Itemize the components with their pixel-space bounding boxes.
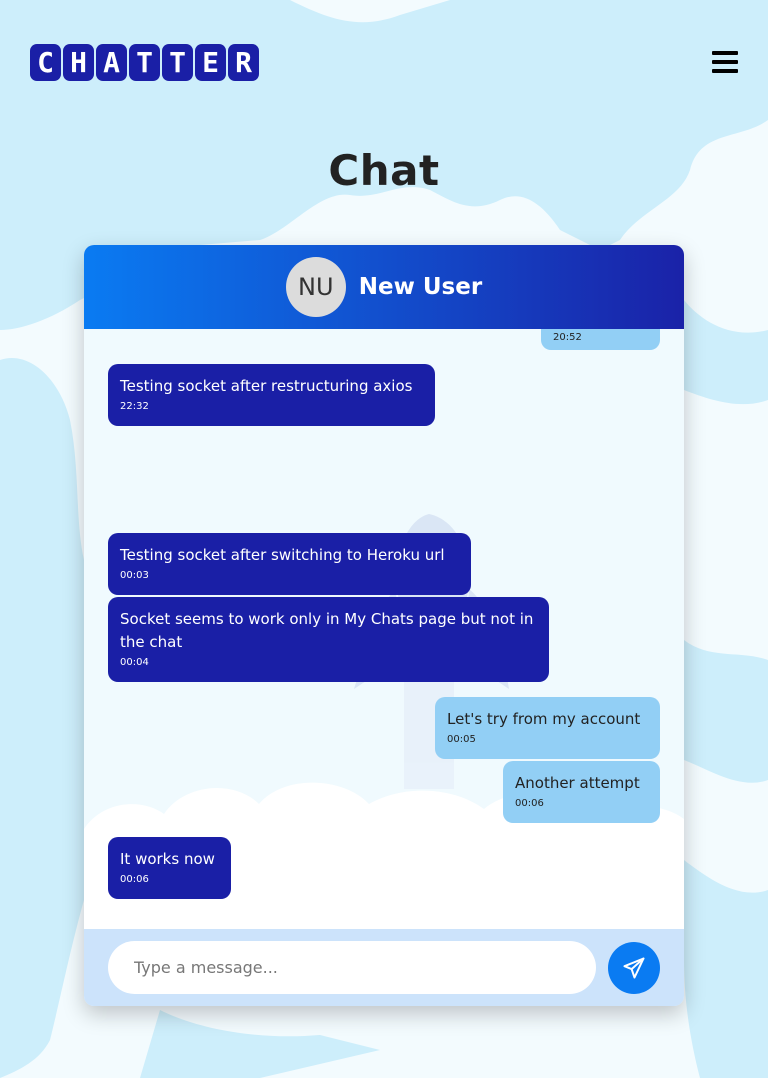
menu-bar bbox=[712, 69, 738, 73]
chat-window: NU New User 20:52 Testing socket after r… bbox=[84, 245, 684, 1006]
paper-plane-icon bbox=[623, 957, 645, 979]
message-text: Let's try from my account bbox=[447, 710, 641, 728]
message-input[interactable] bbox=[108, 941, 596, 994]
message-time: 00:04 bbox=[120, 657, 149, 668]
message-bubble-outgoing[interactable]: Another attempt 00:06 bbox=[503, 761, 660, 823]
page-title: Chat bbox=[328, 146, 440, 195]
message-time: 00:06 bbox=[515, 798, 544, 809]
logo-letter: E bbox=[195, 44, 226, 81]
message-bubble-incoming[interactable]: Socket seems to work only in My Chats pa… bbox=[108, 597, 549, 682]
message-bubble-incoming[interactable]: Testing socket after switching to Heroku… bbox=[108, 533, 471, 595]
logo-letter: T bbox=[162, 44, 193, 81]
message-composer bbox=[84, 929, 684, 1006]
message-text: Another attempt bbox=[515, 774, 640, 792]
logo-letter: A bbox=[96, 44, 127, 81]
hamburger-menu-icon[interactable] bbox=[712, 51, 738, 73]
avatar[interactable]: NU bbox=[285, 257, 346, 317]
menu-bar bbox=[712, 60, 738, 64]
message-time: 00:05 bbox=[447, 734, 476, 745]
logo-letter: R bbox=[228, 44, 259, 81]
message-time: 22:32 bbox=[120, 401, 149, 412]
message-time: 00:03 bbox=[120, 570, 149, 581]
message-text: Testing socket after restructuring axios bbox=[120, 377, 413, 395]
message-text: Socket seems to work only in My Chats pa… bbox=[120, 610, 534, 651]
message-text: It works now bbox=[120, 850, 215, 868]
message-text: Testing socket after switching to Heroku… bbox=[120, 546, 445, 564]
message-bubble-incoming[interactable]: Testing socket after restructuring axios… bbox=[108, 364, 435, 426]
message-bubble-incoming[interactable]: It works now 00:06 bbox=[108, 837, 231, 899]
message-bubble-outgoing[interactable]: Let's try from my account 00:05 bbox=[435, 697, 660, 759]
message-bubble-outgoing[interactable]: 20:52 bbox=[541, 329, 660, 350]
message-time: 20:52 bbox=[553, 332, 582, 343]
logo-letter: H bbox=[63, 44, 94, 81]
message-list[interactable]: 20:52 Testing socket after restructuring… bbox=[84, 329, 684, 929]
menu-bar bbox=[712, 51, 738, 55]
chat-header: NU New User bbox=[84, 245, 684, 329]
message-time: 00:06 bbox=[120, 874, 149, 885]
logo-letter: T bbox=[129, 44, 160, 81]
send-button[interactable] bbox=[608, 942, 660, 994]
logo-letter: C bbox=[30, 44, 61, 81]
chatter-logo[interactable]: C H A T T E R bbox=[30, 44, 259, 81]
contact-name: New User bbox=[358, 274, 483, 300]
